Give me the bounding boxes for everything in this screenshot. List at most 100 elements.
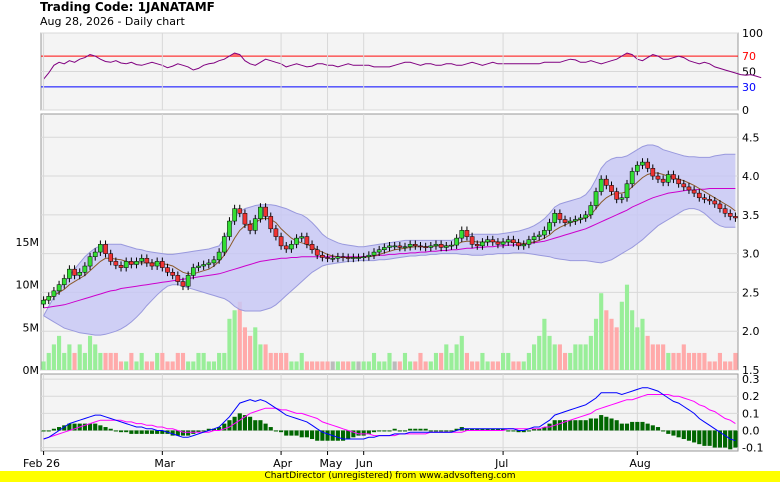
macd-histogram-bar [413,428,418,431]
volume-bar [640,318,645,370]
candle-body [82,265,88,273]
macd-histogram-bar [707,430,712,446]
volume-bar [408,361,413,370]
volume-bar [686,352,692,370]
volume-bar [501,352,506,370]
volume-bar [320,361,325,370]
candle-body [103,244,108,254]
macd-histogram-bar [666,430,671,434]
footer-banner: ChartDirector (unregistered) from www.ad… [0,471,780,482]
macd-histogram-bar [279,430,284,433]
macd-histogram-bar [98,425,103,431]
volume-bar [449,352,454,370]
macd-histogram-bar [655,427,661,431]
candle-body [428,245,434,248]
macd-histogram-bar [103,427,108,431]
macd-histogram-bar [526,430,531,432]
volume-bar [521,361,526,370]
macd-histogram-bar [599,415,604,431]
volume-bar [495,361,500,370]
volume-bar [666,352,671,370]
candle-body [712,200,718,205]
candle-body [614,191,619,200]
candle-body [629,171,635,185]
volume-bar [650,344,655,370]
macd-histogram-bar [335,430,340,441]
volume-bar [604,310,609,370]
macd-histogram-bar [681,430,686,440]
candle-body [273,228,279,237]
volume-bar [537,335,542,370]
volume-bar [428,361,433,370]
volume-bar [340,361,346,370]
macd-histogram-bar [506,430,511,432]
candle-body [92,251,98,257]
macd-histogram-bar [371,430,377,433]
volume-bar [98,352,103,370]
macd-histogram-bar [408,428,413,431]
candle-body [237,208,243,214]
candle-body [583,214,589,219]
volume-bar [129,352,134,370]
candle-body [505,239,511,243]
volume-bar [382,361,387,370]
macd-histogram-bar [583,420,588,431]
candle-body [376,249,382,253]
volume-bar [222,352,227,370]
volume-bar [227,318,232,370]
volume-bar [330,361,335,370]
macd-panel-bg [40,373,739,452]
candle-body [552,213,558,223]
volume-bar [593,318,599,370]
rsi-reference-label: 70 [742,50,756,63]
volume-bar [206,361,211,370]
macd-histogram-bar [609,418,614,431]
macd-histogram-bar [248,416,253,431]
x-axis-label: Aug [629,457,650,470]
candle-body [573,219,578,222]
volume-bar [186,361,191,370]
macd-tick-label: 0.3 [742,373,760,386]
candle-body [681,183,687,188]
x-axis-label: Jul [494,457,508,470]
volume-bar [253,327,258,370]
candle-body [490,239,496,243]
candle-body [190,267,196,276]
candle-body [268,216,274,230]
volume-bar [588,335,593,370]
volume-bar [346,361,351,370]
volume-bar [211,361,217,370]
candle-body [320,254,325,258]
volume-bar [712,361,717,370]
volume-bar [273,352,278,370]
volume-bar [630,310,635,370]
candle-body [691,189,697,194]
volume-bar [418,352,423,370]
stock-chart-svg: 05010070301.52.02.53.03.54.04.50M5M10M15… [16,27,764,470]
macd-tick-label: 0.0 [742,424,760,437]
volume-bar [51,344,56,370]
candle-body [335,256,341,259]
volume-bar [294,361,299,370]
volume-bar [93,344,98,370]
candle-body [180,281,186,287]
candle-body [345,257,351,259]
macd-histogram-bar [433,430,439,432]
candle-body [438,244,444,248]
macd-histogram-bar [134,430,139,434]
candle-body [51,290,57,297]
macd-histogram-bar [418,428,423,431]
macd-histogram-bar [227,420,232,431]
macd-histogram-bar [392,428,397,431]
volume-bar [645,335,650,370]
volume-bar [480,352,485,370]
volume-bar [263,344,268,370]
volume-bar [526,352,531,370]
candle-body [696,192,702,199]
volume-bar [583,344,588,370]
candle-body [232,208,237,222]
candle-body [356,257,361,259]
candle-body [511,239,516,244]
volume-bar [568,352,573,370]
price-tick-label: 4.0 [742,170,760,183]
